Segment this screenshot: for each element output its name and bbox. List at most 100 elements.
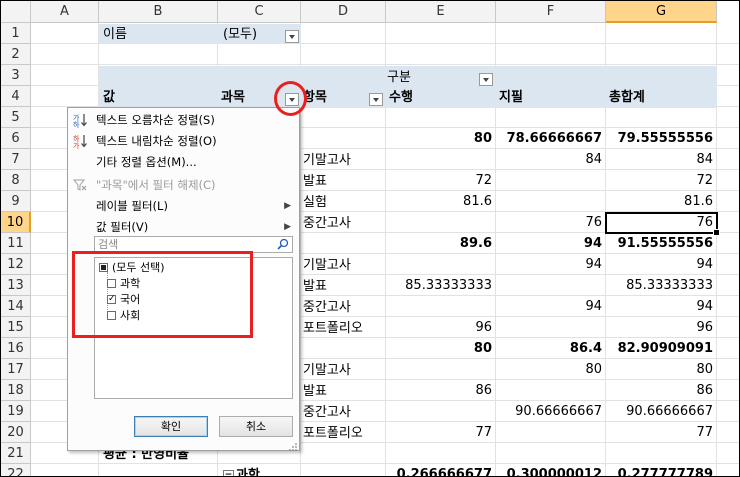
row-label: 실험 [303, 195, 327, 210]
value-cell: 89.6 [459, 236, 492, 251]
row-header-3[interactable]: 3 [1, 65, 31, 86]
row-header-12[interactable]: 12 [1, 254, 31, 275]
value-cell: 0.266666677 [396, 467, 492, 477]
row-label: 발표 [303, 174, 327, 189]
value-cell: 90.66666667 [515, 404, 602, 419]
row-header-15[interactable]: 15 [1, 317, 31, 338]
col-item-grand-total: 총합계 [609, 90, 645, 105]
cancel-button[interactable]: 취소 [219, 416, 293, 437]
row-header-16[interactable]: 16 [1, 338, 31, 359]
value-cell: 79.55555556 [617, 131, 713, 146]
value-cell: 94 [696, 299, 713, 314]
row-label: 발표 [303, 384, 327, 399]
column-header-g[interactable]: G [606, 1, 717, 23]
pivot-filter-label: 이름 [103, 27, 127, 42]
row-header-17[interactable]: 17 [1, 359, 31, 380]
ok-button[interactable]: 확인 [134, 416, 208, 437]
value-cell: 81.6 [463, 194, 492, 209]
column-header-e[interactable]: E [386, 1, 496, 23]
menu-label: 레이블 필터(L) [96, 199, 168, 213]
menu-label: 텍스트 내림차순 정렬(O) [96, 134, 217, 148]
menu-label-filter[interactable]: 레이블 필터(L) ▶ [68, 196, 299, 217]
row-header-20[interactable]: 20 [1, 422, 31, 443]
row-header-1[interactable]: 1 [1, 23, 31, 44]
value-cell: 90.66666667 [626, 404, 713, 419]
value-cell: 0.300000012 [506, 467, 602, 477]
resize-grip-icon[interactable] [289, 440, 297, 451]
value-cell: 78.66666667 [506, 131, 602, 146]
column-header-c[interactable]: C [218, 1, 301, 23]
active-cell[interactable] [605, 212, 720, 236]
menu-label: 텍스트 오름차순 정렬(S) [96, 113, 215, 127]
row-header-5[interactable]: 5 [1, 107, 31, 128]
value-cell: 81.6 [684, 194, 713, 209]
row-header-21[interactable]: 21 [1, 443, 31, 464]
menu-value-filter[interactable]: 값 필터(V) ▶ [68, 217, 299, 238]
row-label: 기말고사 [303, 258, 351, 273]
value-cell: 77 [696, 425, 713, 440]
col-field-dropdown[interactable] [479, 73, 493, 86]
value-cell: 80 [473, 341, 492, 356]
row-header-14[interactable]: 14 [1, 296, 31, 317]
value-cell: 96 [696, 320, 713, 335]
column-header-d[interactable]: D [301, 1, 386, 23]
spreadsheet-window: A B C D E F G 1 2 3 4 5 6 7 8 9 10 11 12 13 14 15 16 17 1… [0, 0, 740, 477]
pivot-filter-band [99, 24, 301, 44]
row-header-18[interactable]: 18 [1, 380, 31, 401]
row-label: 발표 [303, 279, 327, 294]
row-header-19[interactable]: 19 [1, 401, 31, 422]
row-header-13[interactable]: 13 [1, 275, 31, 296]
row-header-9[interactable]: 9 [1, 191, 31, 212]
svg-text:하: 하 [73, 120, 80, 128]
row-label: 기말고사 [303, 153, 351, 168]
value-cell: 80 [473, 131, 492, 146]
row-label-science: − 과학 [223, 466, 260, 476]
value-cell: 0.277777789 [617, 467, 713, 477]
row-header-2[interactable]: 2 [1, 44, 31, 65]
col-item-perform: 수행 [389, 90, 413, 105]
menu-more-sort-options[interactable]: 기타 정렬 옵션(M)... [68, 152, 299, 173]
column-header-f[interactable]: F [496, 1, 606, 23]
submenu-arrow-icon: ▶ [284, 222, 291, 232]
row-header-11[interactable]: 11 [1, 233, 31, 254]
row-header-22[interactable]: 22 [1, 464, 31, 476]
menu-label: 값 필터(V) [96, 220, 149, 234]
row-header-8[interactable]: 8 [1, 170, 31, 191]
value-cell: 85.33333333 [626, 278, 713, 293]
value-cell: 94 [585, 257, 602, 272]
sort-ascending-icon: 가하 [72, 112, 88, 129]
row-header-10[interactable]: 10 [1, 212, 31, 233]
row-label: 중간고사 [303, 216, 351, 231]
row-header-4[interactable]: 4 [1, 86, 31, 107]
value-cell: 85.33333333 [405, 278, 492, 293]
menu-sort-ascending[interactable]: 가하 텍스트 오름차순 정렬(S) [68, 110, 299, 131]
value-cell: 91.55555556 [617, 236, 713, 251]
pivot-values-label: 값 [103, 90, 115, 105]
value-cell: 72 [696, 173, 713, 188]
value-cell: 80 [696, 362, 713, 377]
value-cell: 94 [583, 236, 602, 251]
row-label: 중간고사 [303, 300, 351, 315]
pivot-col-field-label: 구분 [387, 70, 411, 85]
menu-clear-filter: "과목"에서 필터 해제(C) [68, 175, 299, 196]
submenu-arrow-icon: ▶ [284, 201, 291, 211]
value-cell: 76 [585, 215, 602, 230]
column-header-a[interactable]: A [31, 1, 99, 23]
col-item-written: 지필 [499, 90, 523, 105]
row-header-7[interactable]: 7 [1, 149, 31, 170]
item-filter-dropdown[interactable] [369, 93, 383, 106]
row-label: 포트폴리오 [303, 426, 363, 441]
menu-label: 기타 정렬 옵션(M)... [96, 155, 197, 169]
select-all-corner[interactable] [1, 1, 31, 23]
value-cell: 80 [585, 362, 602, 377]
row-header-6[interactable]: 6 [1, 128, 31, 149]
menu-sort-descending[interactable]: 하가 텍스트 내림차순 정렬(O) [68, 131, 299, 152]
value-cell: 72 [475, 173, 492, 188]
pivot-subject-label: 과목 [221, 90, 245, 105]
column-header-b[interactable]: B [99, 1, 218, 23]
row-label: 포트폴리오 [303, 321, 363, 336]
pivot-filter-dropdown[interactable] [285, 30, 299, 43]
row-label: 기말고사 [303, 363, 351, 378]
search-icon [277, 238, 289, 250]
collapse-icon[interactable]: − [223, 470, 234, 476]
